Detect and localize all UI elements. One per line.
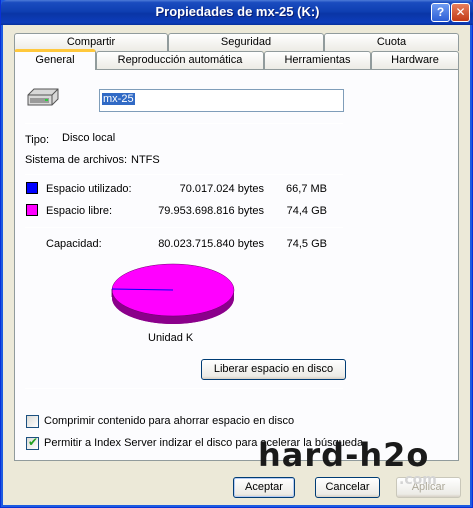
used-space-bytes: 70.017.024 bytes [179,183,264,195]
used-space-swatch [26,182,38,194]
tab-hardware[interactable]: Hardware [371,51,459,69]
divider [25,123,343,124]
title-bar[interactable]: Propiedades de mx-25 (K:) ? ✕ [1,0,473,25]
window-title: Propiedades de mx-25 (K:) [155,4,320,19]
used-space-label: Espacio utilizado: [46,183,132,195]
disk-cleanup-button[interactable]: Liberar espacio en disco [201,359,346,380]
tab-row-2: General Reproducción automática Herramie… [14,49,459,70]
drive-name-input[interactable]: mx-25 [99,89,344,112]
free-space-bytes: 79.953.698.816 bytes [158,205,264,217]
free-space-label: Espacio libre: [46,205,113,217]
help-button[interactable]: ? [431,3,450,22]
used-space-size: 66,7 MB [286,183,327,195]
checkmark-icon: ✔ [28,435,39,449]
watermark-logo-suffix: .com [399,472,437,488]
free-space-size: 74,4 GB [286,205,327,217]
tab-seguridad[interactable]: Seguridad [168,33,324,51]
disk-usage-pie-chart [111,263,235,324]
general-panel: mx-25 Tipo: Disco local Sistema de archi… [14,69,459,461]
tab-reproduccion-automatica[interactable]: Reproducción automática [96,51,264,69]
drive-letter-label: Unidad K [148,332,194,344]
tab-herramientas[interactable]: Herramientas [264,51,371,69]
divider [25,174,343,175]
compress-checkbox-label: Comprimir contenido para ahorrar espacio… [44,415,295,427]
capacity-bytes: 80.023.715.840 bytes [158,238,264,250]
capacity-label: Capacidad: [46,238,102,250]
index-checkbox[interactable]: ✔ [26,435,39,450]
free-space-swatch [26,204,38,216]
tab-cuota[interactable]: Cuota [324,33,459,51]
tipo-value: Disco local [62,132,116,144]
tipo-label: Tipo: [25,134,50,146]
filesystem-value: NTFS [131,154,160,166]
divider [25,227,343,228]
capacity-size: 74,5 GB [286,238,327,250]
watermark-logo: hard-h2o [258,436,430,474]
cancel-button[interactable]: Cancelar [315,477,380,498]
ok-button[interactable]: Aceptar [233,477,295,498]
filesystem-label: Sistema de archivos: [25,154,128,166]
properties-window: Propiedades de mx-25 (K:) ? ✕ Compartir … [0,0,473,508]
close-button[interactable]: ✕ [451,3,470,22]
drive-name-value: mx-25 [102,93,135,105]
divider [25,388,343,389]
tab-general[interactable]: General [14,49,96,70]
compress-checkbox[interactable] [26,415,39,428]
close-icon: ✕ [455,5,466,19]
hard-drive-icon [27,88,59,106]
